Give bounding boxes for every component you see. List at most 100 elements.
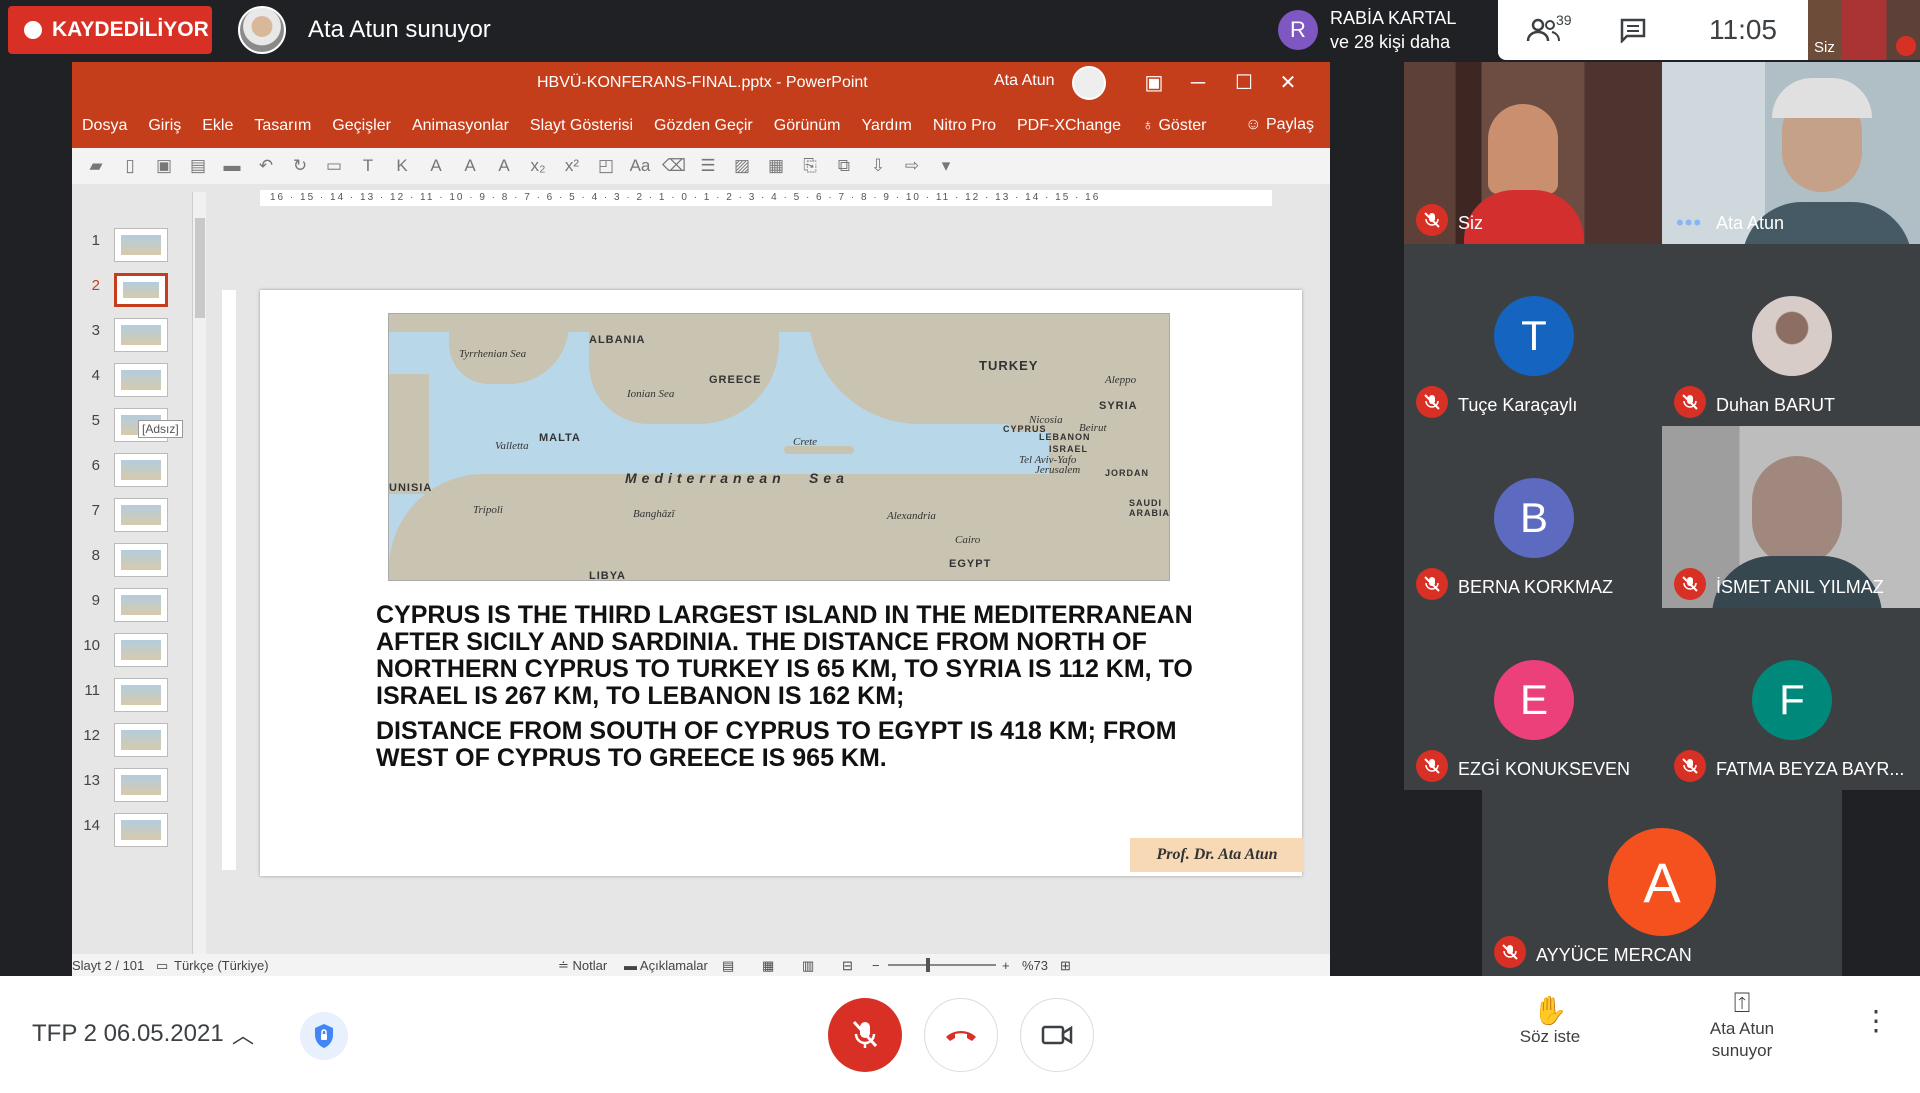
raise-hand-button[interactable]: ✋ Söz iste (1490, 997, 1610, 1048)
menu-gecisler[interactable]: Geçişler (332, 117, 391, 135)
font-color-icon[interactable]: A (456, 154, 484, 178)
tile-ayyuce[interactable]: A AYYÜCE MERCAN (1482, 790, 1842, 976)
new-icon[interactable]: ▯ (116, 154, 144, 178)
zoom-slider[interactable] (888, 958, 996, 972)
thumbnail-3[interactable]: 3 (72, 316, 212, 364)
notes-button[interactable]: ≐ Notlar (558, 958, 607, 974)
zoom-knob[interactable] (926, 958, 930, 972)
thumbnail-4[interactable]: 4 (72, 361, 212, 409)
recording-badge[interactable]: KAYDEDİLİYOR (8, 6, 212, 54)
copy-format-icon[interactable]: ⎘ (796, 154, 824, 178)
reading-view-icon[interactable]: ▥ (802, 958, 814, 974)
arrow-right-icon[interactable]: ⇨ (898, 154, 926, 178)
tile-ata-atun[interactable]: ••• Ata Atun (1662, 62, 1920, 244)
camera-toggle-button[interactable] (1020, 998, 1094, 1072)
more-vert-icon[interactable]: ⋮ (1862, 1007, 1890, 1035)
menu-nitro-pro[interactable]: Nitro Pro (933, 117, 996, 135)
thumbnail-9[interactable]: 9 (72, 586, 212, 634)
menu-giris[interactable]: Giriş (148, 117, 181, 135)
share-button[interactable]: ☺ Paylaş (1245, 116, 1314, 134)
menu-ekle[interactable]: Ekle (202, 117, 233, 135)
thumbnails-scrollbar[interactable] (192, 192, 206, 954)
menu-dosya[interactable]: Dosya (82, 117, 127, 135)
spellcheck-icon[interactable]: ▭ (156, 958, 168, 974)
maximize-icon[interactable]: ☐ (1222, 68, 1266, 98)
bold-icon[interactable]: K (388, 154, 416, 178)
open-icon[interactable]: ▰ (82, 154, 110, 178)
chevron-up-icon[interactable]: ︿ (232, 1018, 254, 1050)
bullets-icon[interactable]: ☰ (694, 154, 722, 178)
thumbnail-7[interactable]: 7 (72, 496, 212, 544)
menu-pdf-xchange[interactable]: PDF-XChange (1017, 117, 1121, 135)
thumbnail-6[interactable]: 6 (72, 451, 212, 499)
tile-tuce[interactable]: T Tuçe Karaçaylı (1404, 244, 1662, 426)
menu-animasyonlar[interactable]: Animasyonlar (412, 117, 509, 135)
ppt-user-avatar[interactable] (1072, 66, 1106, 100)
self-preview[interactable]: Siz (1808, 0, 1920, 60)
superscript-icon[interactable]: x² (558, 154, 586, 178)
arrow-down-icon[interactable]: ⇩ (864, 154, 892, 178)
thumbnail-2[interactable]: 2 (72, 271, 212, 319)
font-a-icon[interactable]: A (422, 154, 450, 178)
presentation-icon[interactable]: ▭ (320, 154, 348, 178)
eraser-icon[interactable]: ⌫ (660, 154, 688, 178)
status-language[interactable]: Türkçe (Türkiye) (174, 958, 269, 973)
mic-toggle-button[interactable] (828, 998, 902, 1072)
tile-self[interactable]: Siz (1404, 62, 1662, 244)
normal-view-icon[interactable]: ▤ (722, 958, 734, 974)
minimize-icon[interactable]: ─ (1176, 68, 1220, 98)
slideshow-view-icon[interactable]: ⊟ (842, 958, 853, 974)
menu-yardim[interactable]: Yardım (861, 117, 911, 135)
scroll-thumb[interactable] (195, 218, 205, 318)
thumbnail-8[interactable]: 8 (72, 541, 212, 589)
arrange-icon[interactable]: ⧉ (830, 154, 858, 178)
thumbnail-11[interactable]: 11 (72, 676, 212, 724)
meeting-name[interactable]: TFP 2 06.05.2021 (32, 1020, 224, 1048)
zoom-level[interactable]: %73 (1022, 958, 1048, 973)
ribbon-display-icon[interactable]: ▣ (1132, 68, 1176, 98)
tile-fatma[interactable]: F FATMA BEYZA BAYR... (1662, 608, 1920, 790)
slide-scrollbar[interactable] (1314, 184, 1330, 954)
thumbnail-14[interactable]: 14 (72, 811, 212, 859)
zoom-in-icon[interactable]: + (1002, 958, 1010, 973)
save-icon[interactable]: ▣ (150, 154, 178, 178)
zoom-out-icon[interactable]: − (872, 958, 880, 973)
thumbnail-13[interactable]: 13 (72, 766, 212, 814)
image-icon[interactable]: ▨ (728, 154, 756, 178)
menu-tasarim[interactable]: Tasarım (254, 117, 311, 135)
subscript-icon[interactable]: x₂ (524, 154, 552, 178)
folder-icon[interactable]: ▬ (218, 154, 246, 178)
tile-berna[interactable]: B BERNA KORKMAZ (1404, 426, 1662, 608)
text-icon[interactable]: T (354, 154, 382, 178)
menu-gozden-gecir[interactable]: Gözden Geçir (654, 117, 753, 135)
chat-button[interactable] (1588, 0, 1678, 60)
thumbnail-1[interactable]: 1 (72, 226, 212, 274)
hangup-button[interactable] (924, 998, 998, 1072)
tile-ismet[interactable]: İSMET ANIL YILMAZ (1662, 426, 1920, 608)
screenshot-icon[interactable]: ▦ (762, 154, 790, 178)
tile-ezgi[interactable]: E EZGİ KONUKSEVEN (1404, 608, 1662, 790)
redo-icon[interactable]: ↻ (286, 154, 314, 178)
thumbnail-12[interactable]: 12 (72, 721, 212, 769)
ppt-user-name[interactable]: Ata Atun (994, 72, 1055, 90)
host-controls-button[interactable] (300, 1012, 348, 1060)
slide-canvas[interactable]: Tyrrhenian Sea Ionian Sea Valletta MALTA… (260, 290, 1304, 876)
fit-slide-icon[interactable]: ⊞ (1060, 958, 1071, 974)
tile-duhan[interactable]: Duhan BARUT (1662, 244, 1920, 426)
sorter-view-icon[interactable]: ▦ (762, 958, 774, 974)
save-as-icon[interactable]: ▤ (184, 154, 212, 178)
highlight-icon[interactable]: A (490, 154, 518, 178)
close-icon[interactable]: ✕ (1266, 68, 1310, 98)
change-case-icon[interactable]: Aa (626, 154, 654, 178)
customize-icon[interactable]: ▾ (932, 154, 960, 178)
shapes-icon[interactable]: ◰ (592, 154, 620, 178)
comments-button[interactable]: ▬ Açıklamalar (624, 958, 708, 973)
people-button[interactable]: 39 (1498, 0, 1588, 60)
menu-slayt-gosterisi[interactable]: Slayt Gösterisi (530, 117, 633, 135)
presenting-button[interactable]: ⍐ Ata Atun sunuyor (1682, 989, 1802, 1062)
undo-icon[interactable]: ↶ (252, 154, 280, 178)
menu-gorunum[interactable]: Görünüm (774, 117, 841, 135)
active-viewer[interactable]: R RABİA KARTAL ve 28 kişi daha (1270, 0, 1496, 60)
thumbnail-10[interactable]: 10 (72, 631, 212, 679)
menu-goster[interactable]: ♁ Göster (1142, 117, 1206, 135)
